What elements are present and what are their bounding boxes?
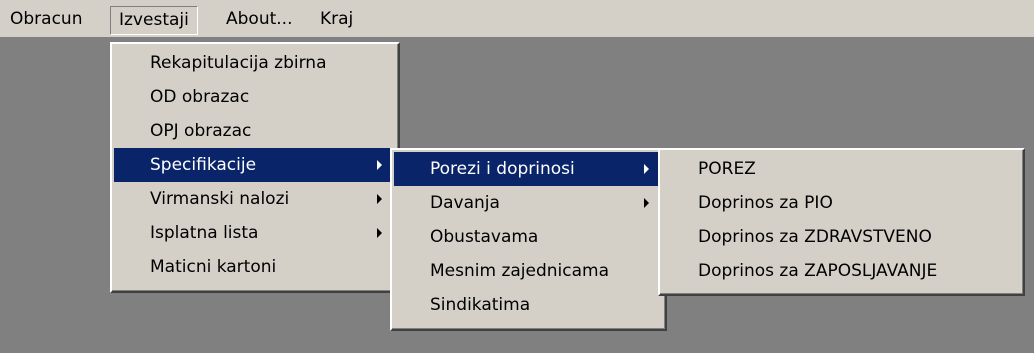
submenu-arrow-icon	[377, 228, 382, 238]
submenu-arrow-icon	[377, 160, 382, 170]
menu-bar: Obracun Izvestaji About... Kraj	[0, 0, 1034, 38]
menu-item-doprinos-pio[interactable]: Doprinos za PIO	[662, 186, 1021, 220]
submenu-arrow-icon	[377, 194, 382, 204]
menu-item-specifikacije[interactable]: Specifikacije	[114, 148, 396, 182]
menu-item-label: Porezi i doprinosi	[430, 159, 575, 179]
menu-item-doprinos-zaposljavanje[interactable]: Doprinos za ZAPOSLJAVANJE	[662, 254, 1021, 288]
menu-item-doprinos-zdravstveno[interactable]: Doprinos za ZDRAVSTVENO	[662, 220, 1021, 254]
menu-obracun[interactable]: Obracun	[2, 6, 90, 35]
menu-item-mesnim-zajednicama[interactable]: Mesnim zajednicama	[394, 254, 663, 288]
menu-item-porez[interactable]: POREZ	[662, 152, 1021, 186]
menu-item-label: Virmanski nalozi	[150, 189, 290, 209]
menu-item-virmanski-nalozi[interactable]: Virmanski nalozi	[114, 182, 396, 216]
menu-item-label: Specifikacije	[150, 155, 257, 175]
menu-item-obustavama[interactable]: Obustavama	[394, 220, 663, 254]
submenu-arrow-icon	[644, 164, 649, 174]
izvestaji-dropdown: Rekapitulacija zbirna OD obrazac OPJ obr…	[110, 42, 400, 293]
menu-item-opj-obrazac[interactable]: OPJ obrazac	[114, 114, 396, 148]
menu-item-davanja[interactable]: Davanja	[394, 186, 663, 220]
porezi-submenu: POREZ Doprinos za PIO Doprinos za ZDRAVS…	[658, 148, 1025, 296]
menu-item-porezi-i-doprinosi[interactable]: Porezi i doprinosi	[394, 152, 663, 186]
menu-about[interactable]: About...	[218, 6, 300, 35]
menu-kraj[interactable]: Kraj	[312, 6, 361, 35]
menu-item-label: Isplatna lista	[150, 223, 259, 243]
specifikacije-submenu: Porezi i doprinosi Davanja Obustavama Me…	[390, 148, 667, 331]
menu-item-maticni-kartoni[interactable]: Maticni kartoni	[114, 250, 396, 284]
menu-izvestaji[interactable]: Izvestaji	[110, 6, 198, 35]
menu-item-rekapitulacija-zbirna[interactable]: Rekapitulacija zbirna	[114, 46, 396, 80]
menu-item-isplatna-lista[interactable]: Isplatna lista	[114, 216, 396, 250]
menu-item-label: Davanja	[430, 193, 500, 213]
menu-item-sindikatima[interactable]: Sindikatima	[394, 288, 663, 322]
menu-item-od-obrazac[interactable]: OD obrazac	[114, 80, 396, 114]
submenu-arrow-icon	[644, 198, 649, 208]
